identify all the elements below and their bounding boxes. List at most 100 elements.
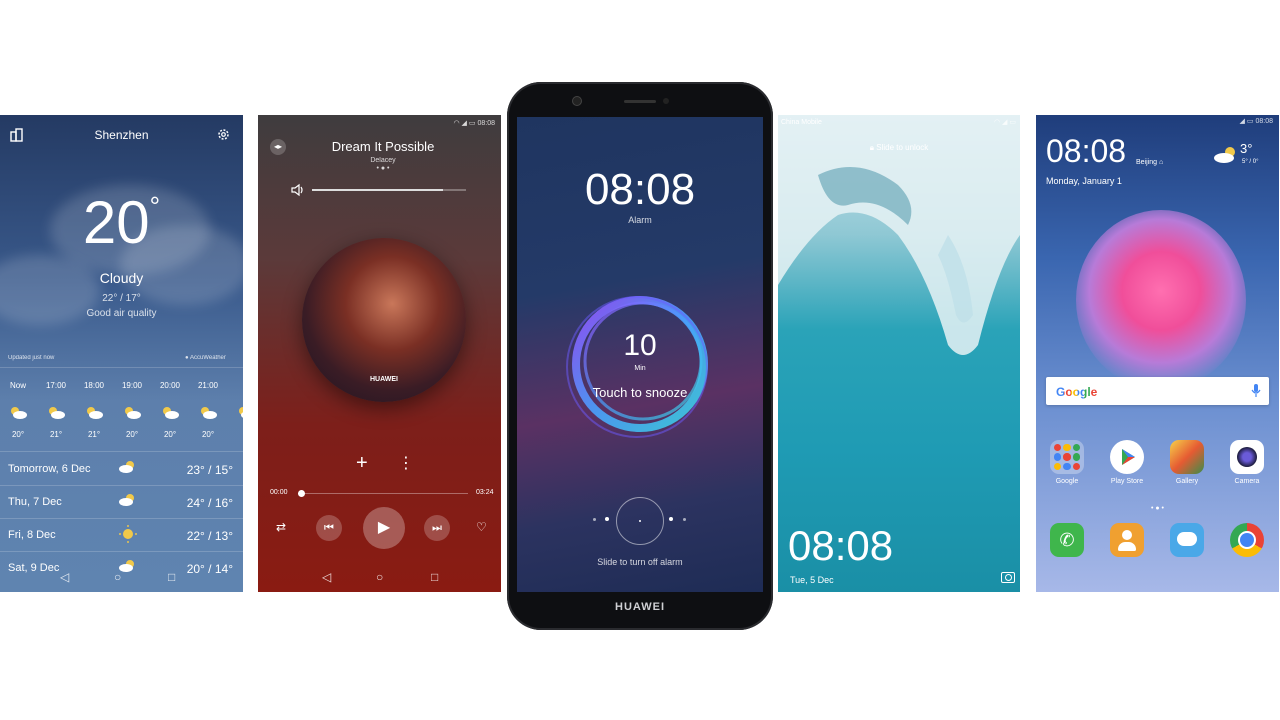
slider-handle[interactable] [616, 497, 664, 545]
app-google-folder[interactable]: Google [1042, 440, 1092, 485]
collapse-icon[interactable]: ◂▸ [270, 139, 286, 155]
app-play-store[interactable]: Play Store [1102, 440, 1152, 485]
shuffle-icon[interactable]: ⇄ [276, 520, 286, 534]
hour-temp: 20° [201, 430, 215, 439]
hour-item: 2 [231, 381, 243, 390]
carrier-name: China Mobile [781, 119, 822, 126]
battery-icon: ▭ [468, 120, 476, 127]
hour-item: Now [9, 381, 26, 390]
unlock-hint[interactable]: 🔒︎ Slide to unlock [778, 143, 1020, 153]
alarm-time: 08:08 [584, 165, 696, 214]
home-icon[interactable]: ○ [114, 570, 121, 584]
volume-icon[interactable] [290, 183, 306, 197]
gallery-icon [1170, 440, 1204, 474]
dock-phone[interactable]: ✆ [1042, 523, 1092, 561]
paint-splash-wallpaper [1076, 210, 1246, 390]
recents-icon[interactable]: □ [431, 570, 438, 584]
forecast-temps: 22° / 13° [186, 529, 233, 543]
wifi-icon: ◠ [453, 120, 460, 127]
google-search-bar[interactable]: Google [1046, 377, 1269, 405]
snooze-label: Touch to snooze [592, 385, 688, 400]
hour-temp: 20° [11, 430, 25, 439]
forecast-date: Thu, 7 Dec [8, 496, 62, 508]
forecast-row[interactable]: Tomorrow, 6 Dec 23° / 15° [8, 453, 233, 485]
favorite-heart-icon[interactable]: ♡ [476, 520, 487, 534]
status-bar: ◢ ▭ 08:08 [1239, 118, 1273, 125]
app-label: Camera [1234, 478, 1260, 485]
dock-chrome[interactable] [1222, 523, 1272, 561]
hour-item: 19:00 [121, 381, 143, 390]
forecast-date: Tomorrow, 6 Dec [8, 463, 91, 475]
back-icon[interactable]: ◁ [60, 570, 69, 584]
volume-slider[interactable] [312, 189, 466, 191]
lock-date: Tue, 5 Dec [790, 575, 834, 585]
forecast-temps: 20° / 14° [186, 562, 233, 576]
partly-cloudy-icon [119, 461, 134, 473]
battery-icon: ▭ [1246, 118, 1254, 125]
earpiece [624, 100, 656, 103]
dock-messages[interactable] [1162, 523, 1212, 561]
app-label: Gallery [1175, 478, 1199, 485]
snooze-value: 10 [623, 329, 657, 362]
progress-handle[interactable] [298, 490, 306, 497]
page-indicator: • ● • [376, 165, 390, 172]
home-location-icon: ⌂ [1158, 159, 1164, 166]
battery-icon: ▭ [1009, 119, 1016, 126]
play-store-icon [1110, 440, 1144, 474]
play-button[interactable]: ▶ [363, 507, 405, 549]
dock-contacts[interactable] [1102, 523, 1152, 561]
previous-button[interactable]: ⏮ [316, 515, 342, 541]
add-icon[interactable]: + [356, 452, 368, 475]
alarm-screen: 08:08 Alarm 10 Min Touch to snooze Slide… [517, 117, 763, 592]
alarm-label: Alarm [628, 215, 652, 225]
sensor [663, 98, 669, 104]
back-icon[interactable]: ◁ [322, 570, 331, 584]
forecast-date: Sat, 9 Dec [8, 562, 60, 574]
camera-shortcut-icon[interactable] [1001, 572, 1015, 583]
partly-cloudy-icon [119, 494, 134, 506]
recents-icon[interactable]: □ [168, 570, 175, 584]
hour-temp: 21° [49, 430, 63, 439]
settings-gear-icon[interactable] [216, 127, 231, 142]
sun-icon [119, 525, 137, 543]
weather-widget-temp: 3° [1240, 141, 1253, 156]
music-player-screen: ◠ ◢ ▭ 08:08 ◂▸ Dream It Possible Delacey… [258, 115, 501, 592]
more-options-icon[interactable]: ⋮ [398, 453, 414, 473]
hour-temp: 21° [87, 430, 101, 439]
source-icon: ● [185, 355, 189, 361]
page-indicator: • ● • [1150, 505, 1165, 512]
app-gallery[interactable]: Gallery [1162, 440, 1212, 485]
hour-temp: 20° [163, 430, 177, 439]
weather-screen: Shenzhen 20° Cloudy 22° / 17° Good air q… [0, 115, 243, 592]
forecast-row[interactable]: Thu, 7 Dec 24° / 16° [8, 486, 233, 518]
clock-widget-date: Monday, January 1 [1046, 176, 1122, 186]
home-icon[interactable]: ○ [376, 570, 383, 584]
clock-widget-time[interactable]: 08:08 [1046, 135, 1126, 167]
status-bar: ◠ ◢ ▭ 08:08 [453, 120, 495, 127]
weather-widget-icon[interactable] [1212, 145, 1240, 165]
forecast-temps: 24° / 16° [186, 496, 233, 510]
hourly-weather-icons [11, 407, 243, 419]
alarm-slider[interactable] [591, 497, 689, 545]
play-icon: ▶ [377, 519, 391, 536]
weather-condition: Cloudy [99, 270, 144, 286]
clock-widget-city: Beijing ⌂ [1136, 159, 1164, 166]
progress-bar[interactable] [298, 490, 468, 497]
app-label: Google [1055, 478, 1079, 485]
snooze-button[interactable]: 10 Min Touch to snooze [563, 287, 717, 441]
next-button[interactable]: ⏭ [424, 515, 450, 541]
app-label: Play Store [1110, 478, 1144, 485]
signal-icon: ◢ [1239, 118, 1245, 125]
previous-icon: ⏮ [324, 522, 334, 534]
lock-icon: 🔒︎ [869, 143, 874, 152]
forecast-row[interactable]: Fri, 8 Dec 22° / 13° [8, 519, 233, 551]
app-camera[interactable]: Camera [1222, 440, 1272, 485]
folder-icon [1050, 440, 1084, 474]
album-brand: HUAWEI [370, 376, 398, 383]
microphone-icon[interactable] [1251, 384, 1261, 398]
status-icons: ◠ ◢ ▭ [994, 118, 1016, 126]
hour-item: 20:00 [159, 381, 181, 390]
slide-hint: Slide to turn off alarm [597, 557, 683, 567]
temperature-range: 22° / 17° [102, 293, 141, 304]
volume-level [312, 189, 443, 191]
